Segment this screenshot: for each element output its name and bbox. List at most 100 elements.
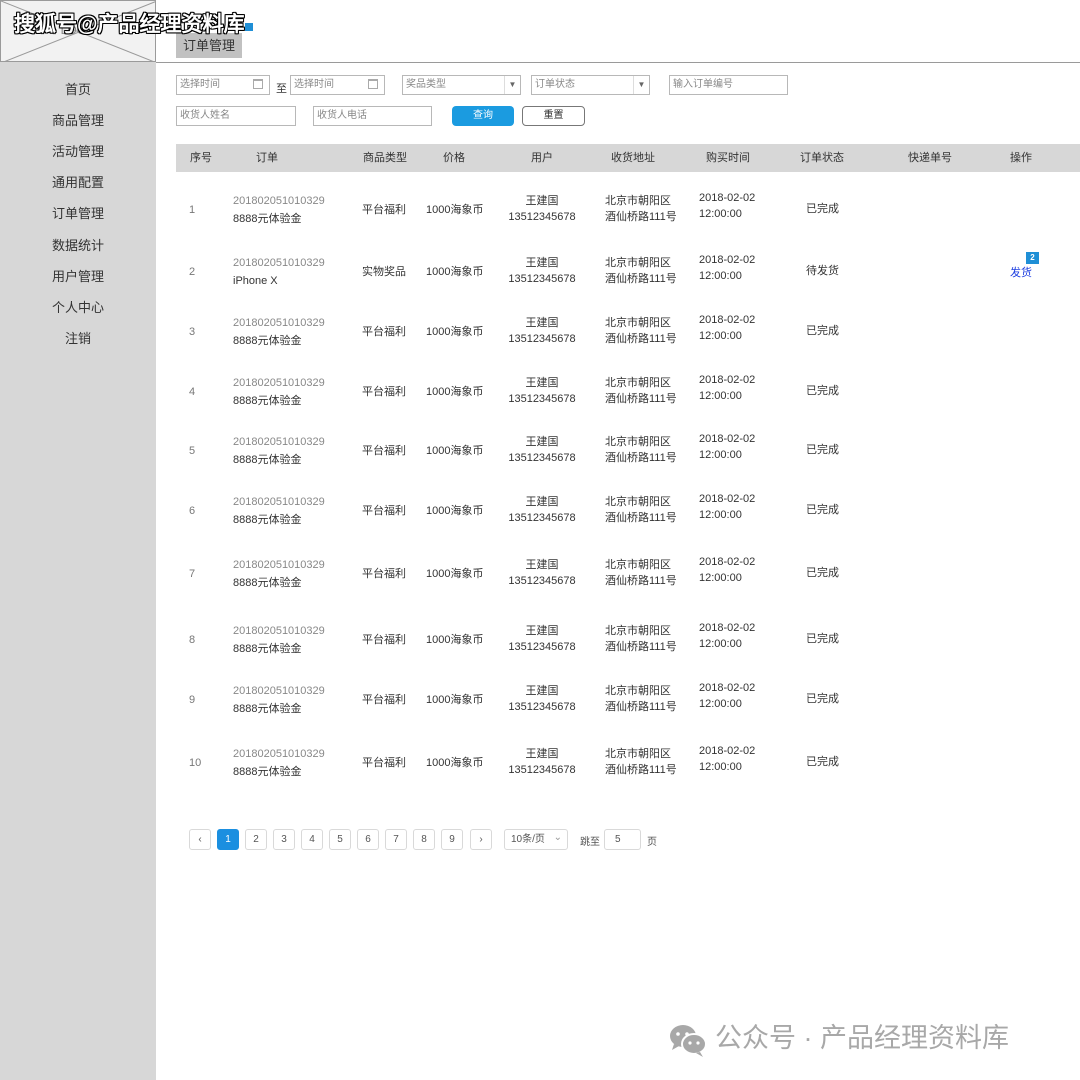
- page-size-select[interactable]: 10条/页 ⌄: [504, 829, 568, 850]
- sidebar-item-logout[interactable]: 注销: [0, 329, 156, 349]
- prev-page-button[interactable]: ‹: [189, 829, 211, 850]
- user-phone: 13512345678: [508, 211, 576, 223]
- dropdown-arrow-icon[interactable]: ▼: [504, 76, 520, 94]
- user-phone: 13512345678: [508, 764, 576, 776]
- order-cell: 201802051010329 8888元体验金: [233, 556, 325, 592]
- user-name: 王建国: [525, 317, 559, 329]
- col-header-order: 订单: [256, 152, 278, 164]
- sidebar-item-users[interactable]: 用户管理: [0, 267, 156, 287]
- ship-button[interactable]: 发货: [1010, 265, 1032, 281]
- user-phone: 13512345678: [508, 575, 576, 587]
- page-button[interactable]: 3: [273, 829, 295, 850]
- col-header-express: 快递单号: [908, 152, 952, 164]
- query-button[interactable]: 查询: [452, 106, 514, 126]
- user-cell: 王建国 13512345678: [492, 315, 592, 347]
- table-row: 5 201802051010329 8888元体验金 平台福利 1000海象币 王建国 13…: [176, 431, 1080, 471]
- price: 1000海象币: [426, 386, 484, 398]
- calendar-icon[interactable]: [253, 79, 263, 89]
- watermark-bottom-text: 公众号 · 产品经理资料库: [715, 1023, 1009, 1053]
- order-item: 8888元体验金: [233, 514, 302, 526]
- order-number: 201802051010329: [233, 685, 325, 697]
- address-cell: 北京市朝阳区 酒仙桥路111号: [605, 315, 677, 347]
- order-status: 已完成: [806, 444, 839, 456]
- product-type: 平台福利: [362, 204, 406, 216]
- annotation-badge: [244, 22, 254, 32]
- sidebar-item-profile[interactable]: 个人中心: [0, 298, 156, 318]
- watermark-top: 搜狐号@产品经理资料库: [14, 13, 245, 36]
- page-button[interactable]: 5: [329, 829, 351, 850]
- row-index: 2: [189, 266, 196, 278]
- order-item: 8888元体验金: [233, 335, 302, 347]
- order-status: 已完成: [806, 325, 839, 337]
- page-button[interactable]: 7: [385, 829, 407, 850]
- address-cell: 北京市朝阳区 酒仙桥路111号: [605, 375, 677, 407]
- page-button[interactable]: 4: [301, 829, 323, 850]
- purchase-time-cell: 2018-02-02 12:00:00: [699, 252, 755, 284]
- next-page-button[interactable]: ›: [470, 829, 492, 850]
- table-row: 7 201802051010329 8888元体验金 平台福利 1000海象币 王建国 13…: [176, 554, 1080, 594]
- chevron-down-icon: ⌄: [553, 832, 562, 843]
- price: 1000海象币: [426, 694, 484, 706]
- col-header-status: 订单状态: [800, 152, 844, 164]
- sidebar-item-products[interactable]: 商品管理: [0, 111, 156, 131]
- page-button[interactable]: 1: [217, 829, 239, 850]
- order-number-input[interactable]: 输入订单编号: [669, 75, 788, 95]
- reset-button[interactable]: 重置: [522, 106, 585, 126]
- start-time-input[interactable]: 选择时间: [176, 75, 270, 95]
- page-button[interactable]: 9: [441, 829, 463, 850]
- calendar-icon[interactable]: [368, 79, 378, 89]
- prize-type-select[interactable]: 奖品类型 ▼: [402, 75, 521, 95]
- user-cell: 王建国 13512345678: [492, 255, 592, 287]
- purchase-time: 12:00:00: [699, 270, 742, 282]
- order-item: 8888元体验金: [233, 766, 302, 778]
- row-index: 7: [189, 568, 196, 580]
- user-name: 王建国: [525, 257, 559, 269]
- order-status: 已完成: [806, 567, 839, 579]
- user-name: 王建国: [525, 195, 559, 207]
- row-index: 5: [189, 445, 196, 457]
- user-cell: 王建国 13512345678: [492, 193, 592, 225]
- order-number: 201802051010329: [233, 625, 325, 637]
- user-cell: 王建国 13512345678: [492, 494, 592, 526]
- col-header-action: 操作: [1010, 152, 1032, 164]
- dropdown-arrow-icon[interactable]: ▼: [633, 76, 649, 94]
- sidebar-item-config[interactable]: 通用配置: [0, 173, 156, 193]
- user-name: 王建国: [525, 496, 559, 508]
- address-cell: 北京市朝阳区 酒仙桥路111号: [605, 255, 677, 287]
- address-line-2: 酒仙桥路111号: [605, 701, 677, 713]
- order-number: 201802051010329: [233, 195, 325, 207]
- order-cell: 201802051010329 8888元体验金: [233, 433, 325, 469]
- order-status-select[interactable]: 订单状态 ▼: [531, 75, 650, 95]
- order-status: 已完成: [806, 693, 839, 705]
- page-button[interactable]: 8: [413, 829, 435, 850]
- address-line-1: 北京市朝阳区: [605, 317, 671, 329]
- jump-page-input[interactable]: 5: [604, 829, 641, 850]
- purchase-time-cell: 2018-02-02 12:00:00: [699, 372, 755, 404]
- user-name: 王建国: [525, 377, 559, 389]
- row-index: 4: [189, 386, 196, 398]
- sidebar-item-orders[interactable]: 订单管理: [0, 204, 156, 224]
- address-line-1: 北京市朝阳区: [605, 625, 671, 637]
- sidebar-item-statistics[interactable]: 数据统计: [0, 236, 156, 256]
- row-index: 1: [189, 204, 196, 216]
- end-time-input[interactable]: 选择时间: [290, 75, 385, 95]
- purchase-time-cell: 2018-02-02 12:00:00: [699, 743, 755, 775]
- purchase-time: 12:00:00: [699, 330, 742, 342]
- sidebar-item-activities[interactable]: 活动管理: [0, 142, 156, 162]
- order-number-placeholder: 输入订单编号: [673, 79, 733, 90]
- page-button[interactable]: 6: [357, 829, 379, 850]
- row-index: 10: [189, 757, 202, 769]
- price: 1000海象币: [426, 204, 484, 216]
- order-number: 201802051010329: [233, 748, 325, 760]
- receiver-phone-input[interactable]: 收货人电话: [313, 106, 432, 126]
- page-button[interactable]: 2: [245, 829, 267, 850]
- address-line-1: 北京市朝阳区: [605, 195, 671, 207]
- receiver-name-placeholder: 收货人姓名: [180, 110, 230, 121]
- order-status: 待发货: [806, 265, 839, 277]
- price: 1000海象币: [426, 505, 484, 517]
- user-name: 王建国: [525, 685, 559, 697]
- user-cell: 王建国 13512345678: [492, 623, 592, 655]
- receiver-name-input[interactable]: 收货人姓名: [176, 106, 296, 126]
- order-item: 8888元体验金: [233, 395, 302, 407]
- sidebar-item-home[interactable]: 首页: [0, 80, 156, 100]
